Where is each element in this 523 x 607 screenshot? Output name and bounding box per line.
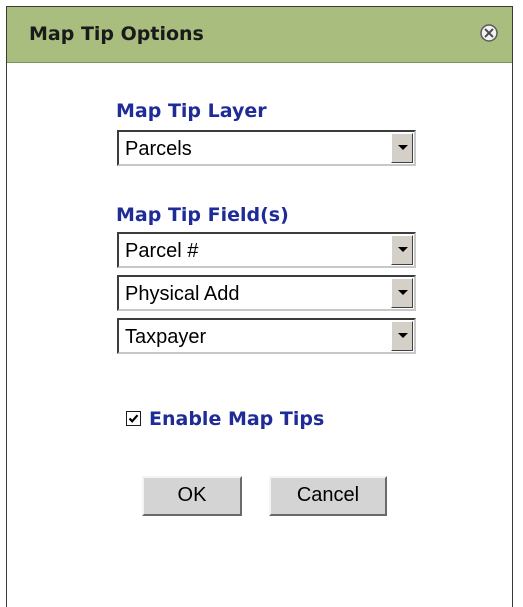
- map-tip-options-dialog: Map Tip Options Map Tip Layer Parcels Ma…: [6, 6, 513, 607]
- ok-button[interactable]: OK: [142, 476, 242, 516]
- map-tip-field-select-2[interactable]: Physical Add: [117, 275, 416, 311]
- map-tip-field-select-1[interactable]: Parcel #: [117, 232, 416, 268]
- chevron-down-icon[interactable]: [391, 321, 413, 351]
- map-tip-field-select-3[interactable]: Taxpayer: [117, 318, 416, 354]
- map-tip-layer-label: Map Tip Layer: [116, 100, 267, 122]
- dialog-titlebar: Map Tip Options: [7, 7, 512, 63]
- chevron-down-icon[interactable]: [391, 133, 413, 163]
- close-icon[interactable]: [479, 23, 499, 43]
- map-tip-field-value-3: Taxpayer: [125, 326, 207, 348]
- map-tip-layer-select[interactable]: Parcels: [117, 130, 416, 166]
- enable-map-tips-label[interactable]: Enable Map Tips: [149, 407, 324, 431]
- dialog-title: Map Tip Options: [29, 23, 204, 45]
- chevron-down-icon[interactable]: [391, 278, 413, 308]
- map-tip-field-value-2: Physical Add: [125, 283, 240, 305]
- enable-map-tips-checkbox[interactable]: [126, 411, 141, 426]
- chevron-down-icon[interactable]: [391, 235, 413, 265]
- cancel-button[interactable]: Cancel: [269, 476, 387, 516]
- map-tip-fields-label: Map Tip Field(s): [116, 204, 289, 226]
- map-tip-layer-value: Parcels: [125, 138, 192, 160]
- map-tip-field-value-1: Parcel #: [125, 240, 199, 262]
- checkmark-icon: [128, 414, 139, 423]
